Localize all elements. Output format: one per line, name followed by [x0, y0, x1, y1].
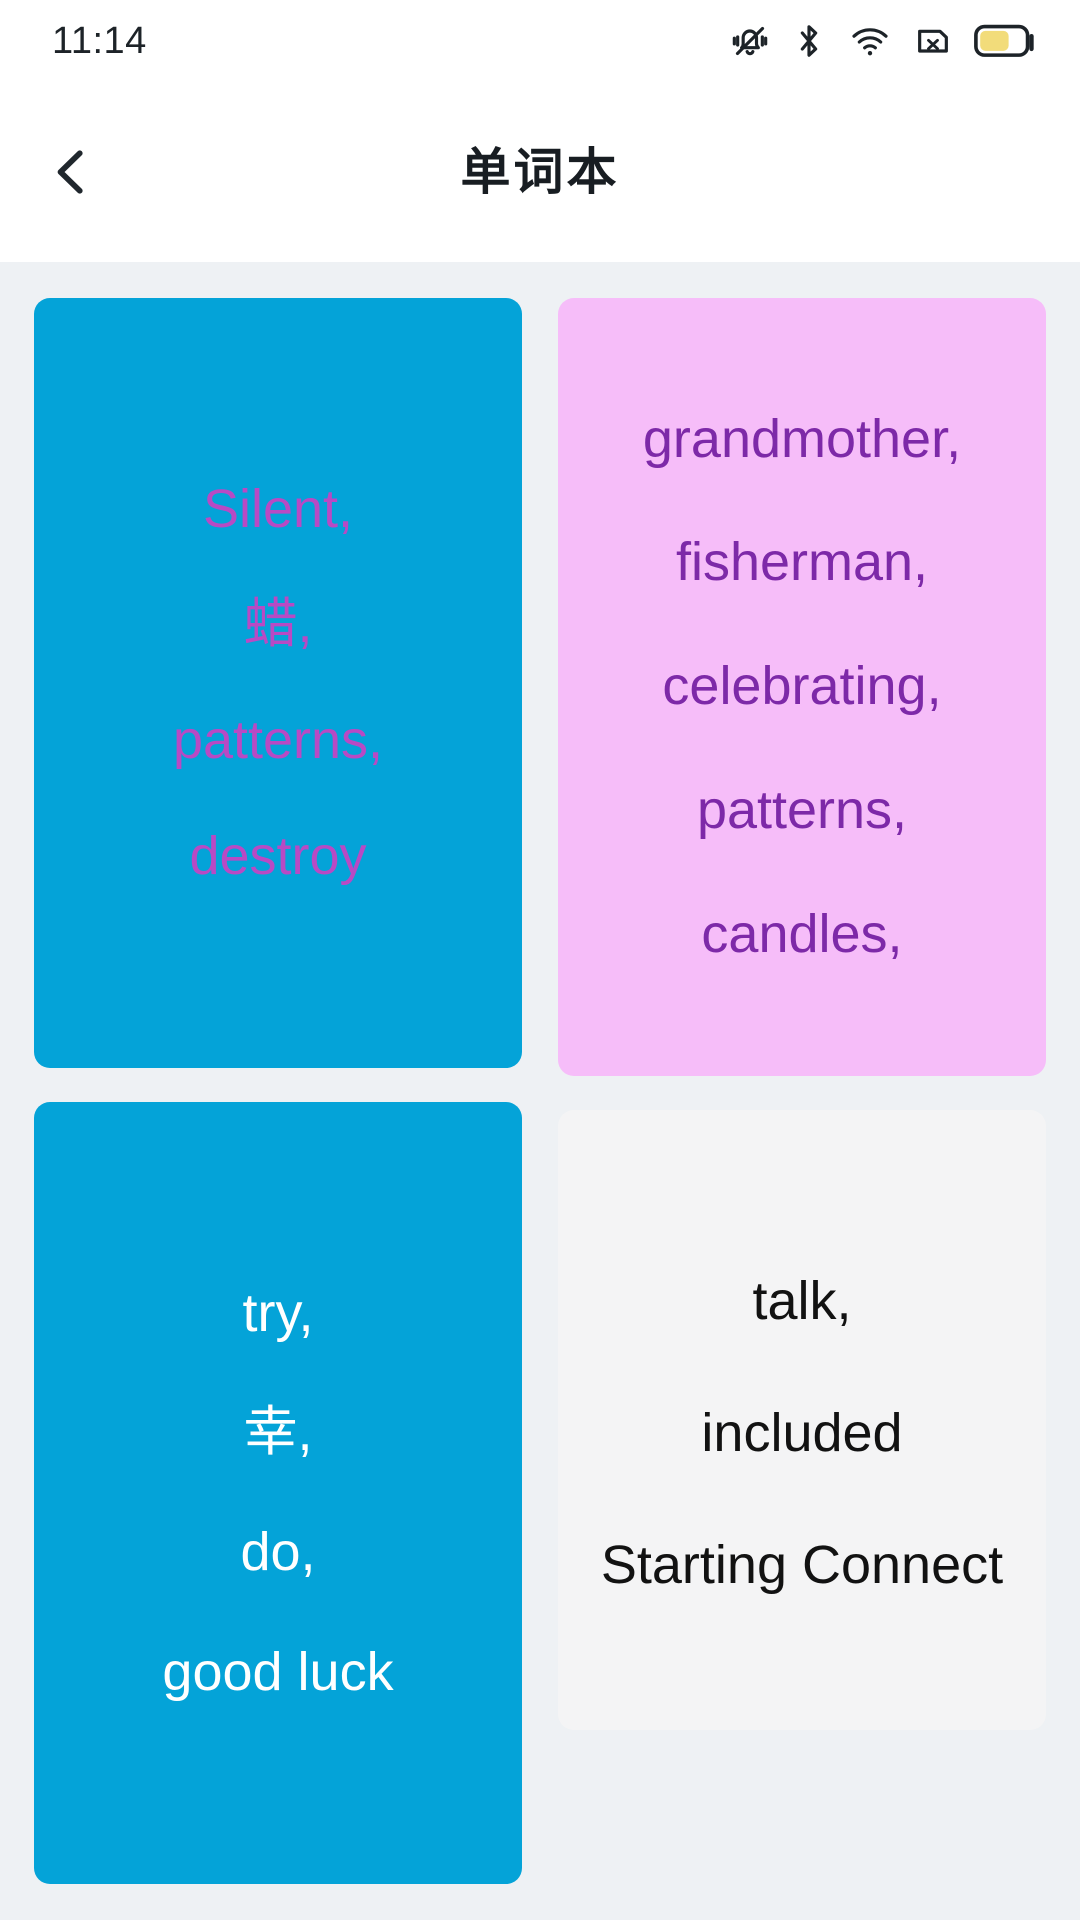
- word-item: talk,: [752, 1271, 852, 1332]
- title-bar: 单词本: [0, 82, 1080, 262]
- left-column: Silent, 蜡, patterns, destroy try, 幸, do,…: [34, 298, 522, 1884]
- word-item: try,: [242, 1282, 314, 1343]
- word-item: do,: [240, 1522, 316, 1582]
- back-button[interactable]: [28, 129, 114, 215]
- wifi-icon: [848, 21, 892, 61]
- status-bar: 11:14: [0, 0, 1080, 82]
- battery-icon: [974, 21, 1036, 61]
- word-card[interactable]: talk, included Starting Connect: [558, 1110, 1046, 1730]
- word-card-grid: Silent, 蜡, patterns, destroy try, 幸, do,…: [0, 262, 1080, 1920]
- sim-card-off-icon: [914, 21, 952, 61]
- word-item: 蜡,: [243, 594, 313, 655]
- word-item: fisherman,: [675, 532, 929, 593]
- word-item: 幸,: [243, 1402, 313, 1463]
- bluetooth-icon: [792, 21, 826, 61]
- page-title: 单词本: [460, 144, 620, 200]
- word-item: Starting Connect: [600, 1534, 1004, 1595]
- word-card[interactable]: try, 幸, do, good luck: [34, 1102, 522, 1884]
- silent-bell-icon: [730, 21, 770, 61]
- right-column: grandmother, fisherman, celebrating, pat…: [558, 298, 1046, 1730]
- word-item: destroy: [189, 825, 367, 886]
- word-item: patterns,: [172, 710, 384, 770]
- word-item: included: [701, 1403, 903, 1464]
- word-item: good luck: [162, 1641, 394, 1702]
- word-item: Silent,: [202, 478, 354, 539]
- word-card[interactable]: grandmother, fisherman, celebrating, pat…: [558, 298, 1046, 1076]
- status-bar-clock: 11:14: [52, 19, 147, 62]
- word-card[interactable]: Silent, 蜡, patterns, destroy: [34, 298, 522, 1068]
- word-item: candles,: [701, 903, 903, 964]
- word-item: grandmother,: [642, 408, 962, 469]
- chevron-left-icon: [41, 142, 101, 202]
- status-bar-icons: [730, 21, 1036, 61]
- word-item: patterns,: [696, 779, 908, 840]
- word-item: celebrating,: [662, 656, 942, 717]
